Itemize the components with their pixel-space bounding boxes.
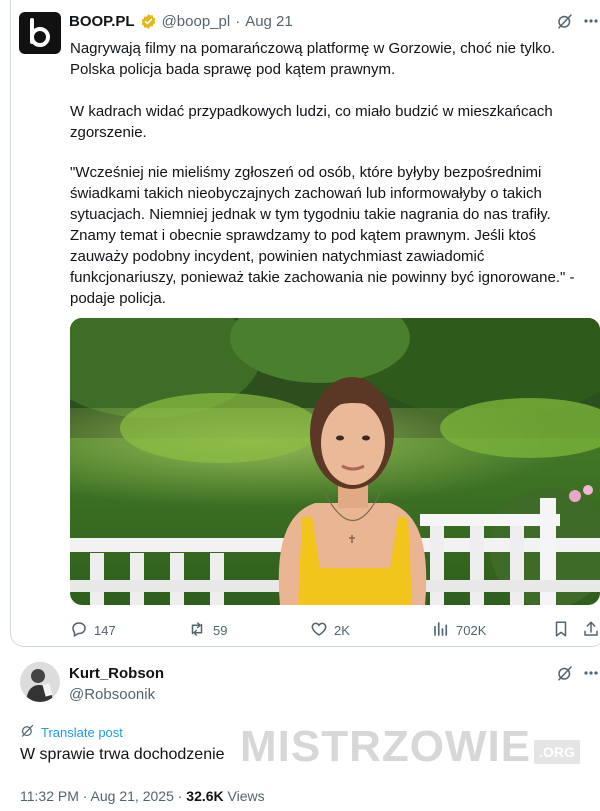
post-text-paragraph-2: W kadrach widać przypadkowych ludzi, co … xyxy=(70,103,553,141)
reply-author-name[interactable]: Kurt_Robson xyxy=(69,665,164,682)
views-count: 702K xyxy=(456,622,487,638)
post-date[interactable]: Aug 21 xyxy=(245,13,293,30)
watermark-text: MISTRZOWIE xyxy=(240,722,532,771)
author-handle[interactable]: @boop_pl xyxy=(162,13,231,30)
grok-icon[interactable] xyxy=(556,664,574,682)
bookmark-icon xyxy=(553,620,569,641)
translate-post-link[interactable]: Translate post xyxy=(20,723,123,741)
post-actions: 147 59 2K 702K xyxy=(70,620,600,642)
post-photo[interactable] xyxy=(70,318,600,605)
post-text-paragraph-3: "Wcześniej nie mieliśmy zgłoszeń od osób… xyxy=(70,164,575,307)
post-timestamp[interactable]: 11:32 PM · Aug 21, 2025 · xyxy=(20,788,186,804)
views-button[interactable]: 702K xyxy=(432,620,486,640)
verified-badge-icon xyxy=(140,13,157,30)
bookmark-button[interactable] xyxy=(553,620,569,640)
repost-button[interactable]: 59 xyxy=(187,620,227,640)
share-icon xyxy=(582,620,600,641)
translate-label: Translate post xyxy=(41,724,123,740)
more-icon[interactable] xyxy=(583,12,599,30)
avatar[interactable] xyxy=(20,662,60,702)
reply-button[interactable]: 147 xyxy=(70,620,116,640)
boop-logo-icon[interactable] xyxy=(19,12,61,54)
like-button[interactable]: 2K xyxy=(310,620,350,640)
views-count-total: 32.6K xyxy=(186,788,224,804)
views-icon xyxy=(432,620,450,641)
like-icon xyxy=(310,620,328,641)
more-icon[interactable] xyxy=(583,664,599,682)
reply-count: 147 xyxy=(94,622,116,638)
repost-icon xyxy=(187,620,207,641)
grok-icon[interactable] xyxy=(556,12,574,30)
post-meta: 11:32 PM · Aug 21, 2025 · 32.6K Views xyxy=(20,788,265,804)
reply-icon xyxy=(70,620,88,641)
watermark-suffix: .ORG xyxy=(534,740,580,764)
reply-author-handle[interactable]: @Robsoonik xyxy=(69,686,155,703)
author-name[interactable]: BOOP.PL xyxy=(69,13,135,30)
repost-count: 59 xyxy=(213,622,228,638)
post-text-paragraph-1: Nagrywają filmy na pomarańczową platform… xyxy=(70,40,556,78)
reply-text: W sprawie trwa dochodzenie xyxy=(20,746,225,763)
post-header: BOOP.PL @boop_pl · Aug 21 xyxy=(69,13,293,30)
views-label: Views xyxy=(223,788,265,804)
watermark: MISTRZOWIE .ORG xyxy=(240,722,580,772)
share-button[interactable] xyxy=(582,620,600,640)
translate-icon xyxy=(20,723,35,741)
separator: · xyxy=(235,13,241,30)
like-count: 2K xyxy=(334,622,350,638)
